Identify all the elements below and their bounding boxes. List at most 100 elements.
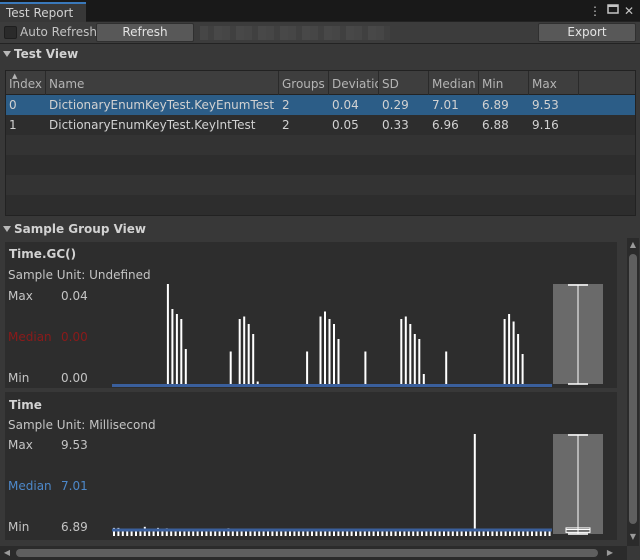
sample-bar: [422, 374, 425, 384]
column-header-min[interactable]: Min: [479, 71, 529, 95]
column-header-median[interactable]: Median: [429, 71, 479, 95]
median-label: Median: [8, 479, 52, 493]
table-row[interactable]: 0 DictionaryEnumKeyTest.KeyEnumTest 2 0.…: [6, 95, 635, 115]
cell-median: 6.96: [432, 118, 459, 132]
sample-bar: [473, 434, 476, 536]
gc-box-plot: [553, 284, 603, 385]
window-tab-bar: [0, 0, 640, 22]
group-name: Time.GC(): [9, 247, 77, 261]
time-samples-chart: [112, 434, 552, 536]
export-button[interactable]: Export: [538, 23, 636, 42]
cell-deviation: 0.05: [332, 118, 359, 132]
min-value: 0.00: [61, 371, 88, 385]
scroll-right-icon[interactable]: ▶: [605, 548, 615, 558]
cell-index: 1: [9, 118, 17, 132]
gc-samples-chart: [112, 284, 552, 387]
sample-bar: [171, 309, 174, 384]
sample-bar: [324, 311, 326, 384]
cell-max: 9.53: [532, 98, 559, 112]
column-header-max[interactable]: Max: [529, 71, 579, 95]
sample-bar: [508, 314, 511, 384]
sample-bar: [252, 334, 255, 384]
cell-name: DictionaryEnumKeyTest.KeyEnumTest: [49, 98, 275, 112]
sample-bar: [229, 351, 232, 384]
median-label: Median: [8, 330, 52, 344]
max-label: Max: [8, 289, 33, 303]
sample-bar: [503, 319, 506, 384]
sample-bar: [517, 334, 520, 384]
collapse-triangle-icon: [3, 51, 11, 57]
empty-row: [6, 195, 635, 215]
close-icon[interactable]: ✕: [622, 3, 636, 19]
sample-bar: [247, 324, 250, 384]
tab-title: Test Report: [6, 6, 74, 20]
maximize-icon[interactable]: [606, 3, 620, 19]
sample-bar: [364, 351, 367, 384]
cell-max: 9.16: [532, 118, 559, 132]
auto-refresh-label: Auto Refresh: [20, 25, 97, 39]
sample-bar: [409, 324, 412, 384]
empty-row: [6, 155, 635, 175]
sample-bar: [175, 314, 178, 384]
cell-min: 6.89: [482, 98, 509, 112]
cell-groups: 2: [282, 98, 290, 112]
min-label: Min: [8, 371, 30, 385]
test-table: ▲ Index Name Groups Deviatio SD Median M…: [5, 70, 636, 216]
median-line: [112, 528, 552, 532]
sample-bar: [306, 351, 309, 384]
sample-bar: [166, 284, 169, 384]
sample-bar: [337, 339, 340, 384]
scroll-left-icon[interactable]: ◀: [2, 548, 12, 558]
column-header-sd[interactable]: SD: [379, 71, 429, 95]
sample-bar: [328, 319, 331, 384]
test-view-header[interactable]: Test View: [0, 45, 640, 65]
table-header: ▲ Index Name Groups Deviatio SD Median M…: [6, 71, 635, 95]
collapse-triangle-icon: [3, 226, 11, 232]
sample-bar: [256, 381, 259, 384]
column-header-name[interactable]: Name: [46, 71, 279, 95]
sample-bar: [184, 349, 187, 384]
sample-bar: [418, 339, 421, 384]
max-value: 9.53: [61, 438, 88, 452]
min-value: 6.89: [61, 520, 88, 534]
sample-bar: [400, 319, 403, 384]
column-header-groups[interactable]: Groups: [279, 71, 329, 95]
column-header-deviation[interactable]: Deviatio: [329, 71, 379, 95]
sample-group-view-header[interactable]: Sample Group View: [0, 220, 640, 240]
max-label: Max: [8, 438, 33, 452]
test-view-title: Test View: [14, 47, 79, 61]
sample-bar: [521, 354, 524, 384]
median-line: [112, 384, 552, 387]
blurred-field: [200, 26, 390, 40]
sample-bar: [512, 321, 515, 384]
median-value: 7.01: [61, 479, 88, 493]
cell-name: DictionaryEnumKeyTest.KeyIntTest: [49, 118, 256, 132]
cell-deviation: 0.04: [332, 98, 359, 112]
cell-median: 7.01: [432, 98, 459, 112]
group-unit: Sample Unit: Undefined: [8, 268, 151, 282]
auto-refresh-checkbox[interactable]: [4, 26, 17, 39]
column-header-index[interactable]: Index: [6, 71, 46, 95]
vertical-scroll-thumb[interactable]: [629, 254, 637, 524]
sample-bar: [445, 351, 448, 384]
scroll-up-icon[interactable]: ▲: [627, 240, 639, 250]
table-row[interactable]: 1 DictionaryEnumKeyTest.KeyIntTest 2 0.0…: [6, 115, 635, 135]
sample-bar: [333, 324, 335, 384]
refresh-button[interactable]: Refresh: [96, 23, 194, 42]
sample-bar: [413, 334, 416, 384]
group-name: Time: [9, 398, 42, 412]
scroll-down-icon[interactable]: ▼: [627, 532, 639, 542]
sample-bar: [319, 316, 322, 384]
group-unit: Sample Unit: Millisecond: [8, 418, 156, 432]
max-value: 0.04: [61, 289, 88, 303]
sample-bar: [180, 319, 183, 384]
horizontal-scroll-thumb[interactable]: [16, 549, 598, 557]
min-label: Min: [8, 520, 30, 534]
cell-min: 6.88: [482, 118, 509, 132]
cell-sd: 0.33: [382, 118, 409, 132]
tab-test-report[interactable]: Test Report: [0, 2, 86, 23]
sample-group-view-title: Sample Group View: [14, 222, 146, 236]
cell-index: 0: [9, 98, 17, 112]
cell-sd: 0.29: [382, 98, 409, 112]
more-menu-icon[interactable]: ⋮: [588, 3, 602, 19]
